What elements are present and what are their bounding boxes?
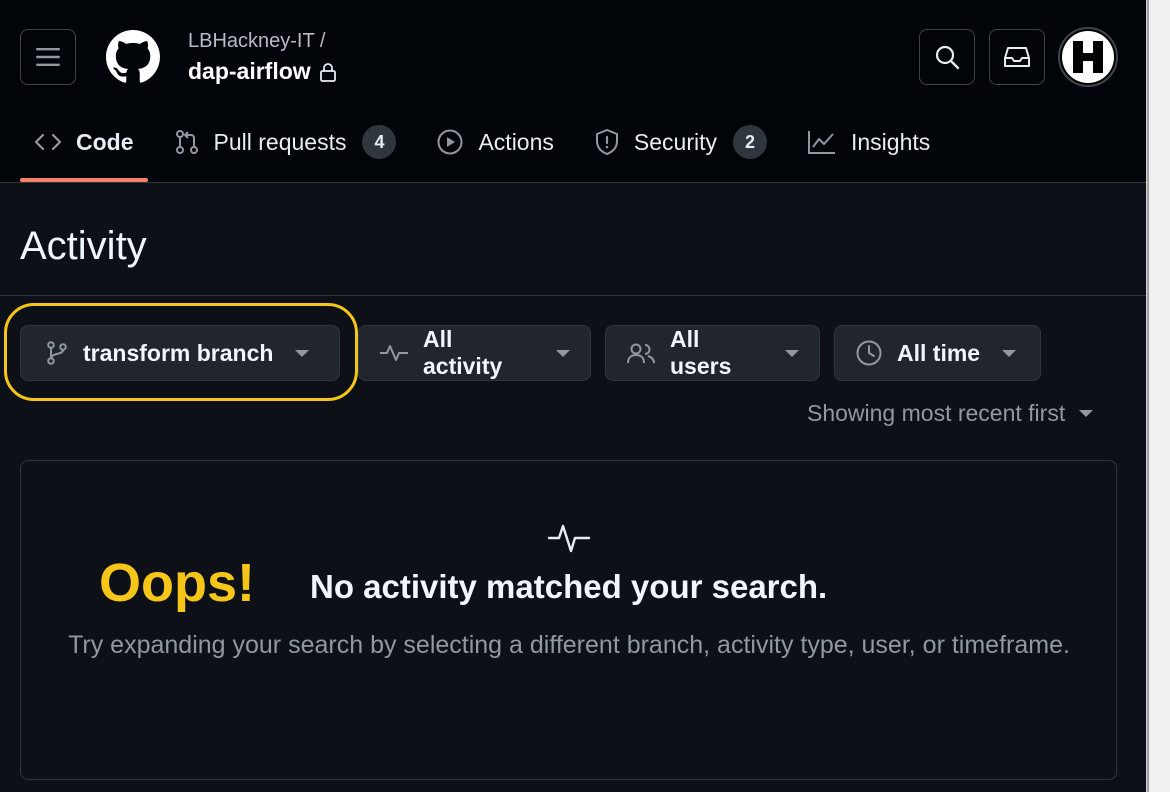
blankslate-title: No activity matched your search. xyxy=(310,568,828,605)
pull-requests-count: 4 xyxy=(362,125,397,159)
repo-nav: Code Pull requests 4 Actions Security 2 … xyxy=(20,112,956,182)
pulse-icon xyxy=(547,524,591,553)
menu-button[interactable] xyxy=(20,29,76,85)
repo-owner-link[interactable]: LBHackney-IT / xyxy=(188,30,325,53)
chevron-down-icon xyxy=(1079,410,1094,417)
chevron-down-icon xyxy=(1002,349,1017,357)
sort-order-label: Showing most recent first xyxy=(807,400,1066,426)
scrollbar[interactable] xyxy=(1146,0,1170,792)
time-filter-label: All time xyxy=(897,339,981,366)
github-logo[interactable] xyxy=(106,30,160,84)
page: LBHackney-IT / dap-airflow Code Pull req… xyxy=(0,0,1146,792)
tab-code-label: Code xyxy=(76,128,134,155)
blankslate xyxy=(20,460,1117,780)
clock-icon xyxy=(855,339,883,367)
code-icon xyxy=(34,132,62,152)
repo-name[interactable]: dap-airflow xyxy=(188,58,337,85)
inbox-button[interactable] xyxy=(989,29,1045,85)
tab-pull-requests-label: Pull requests xyxy=(213,128,347,155)
search-button[interactable] xyxy=(919,29,975,85)
scrollbar-edge xyxy=(1147,0,1149,792)
tab-actions-label: Actions xyxy=(478,128,554,155)
play-icon xyxy=(436,128,464,156)
inbox-icon xyxy=(1004,47,1030,67)
menu-icon xyxy=(36,48,60,66)
blankslate-description: Try expanding your search by selecting a… xyxy=(68,631,1070,659)
annotation-highlight xyxy=(4,303,358,401)
user-avatar[interactable] xyxy=(1058,27,1118,87)
avatar-icon xyxy=(1073,41,1103,73)
users-filter-button[interactable]: All users xyxy=(605,325,820,381)
repo-name-label[interactable]: dap-airflow xyxy=(188,58,311,85)
pull-request-icon xyxy=(174,129,200,155)
tab-insights[interactable]: Insights xyxy=(793,112,944,172)
tab-pull-requests[interactable]: Pull requests 4 xyxy=(160,112,411,172)
search-icon xyxy=(935,45,960,70)
chevron-down-icon xyxy=(556,349,570,357)
graph-icon xyxy=(807,129,837,155)
pulse-icon xyxy=(379,342,409,364)
lock-icon xyxy=(319,62,336,82)
shield-icon xyxy=(594,128,620,156)
repo-header: LBHackney-IT / dap-airflow Code Pull req… xyxy=(0,0,1146,183)
chevron-down-icon xyxy=(785,349,799,357)
activity-type-filter-label: All activity xyxy=(423,326,503,379)
tab-security[interactable]: Security 2 xyxy=(580,112,781,172)
page-title: Activity xyxy=(20,224,147,268)
tab-actions[interactable]: Actions xyxy=(422,112,567,172)
divider xyxy=(0,295,1146,296)
time-filter-button[interactable]: All time xyxy=(834,325,1041,381)
activity-type-filter-button[interactable]: All activity xyxy=(358,325,591,381)
users-filter-label: All users xyxy=(670,326,732,379)
security-count: 2 xyxy=(733,125,767,159)
people-icon xyxy=(626,341,656,365)
sort-order-button[interactable]: Showing most recent first xyxy=(807,400,1094,427)
avatar-image xyxy=(1062,31,1114,83)
annotation-text: Oops! xyxy=(99,553,255,613)
tab-code[interactable]: Code xyxy=(20,112,148,182)
tab-security-label: Security xyxy=(633,128,717,155)
tab-insights-label: Insights xyxy=(851,128,931,155)
